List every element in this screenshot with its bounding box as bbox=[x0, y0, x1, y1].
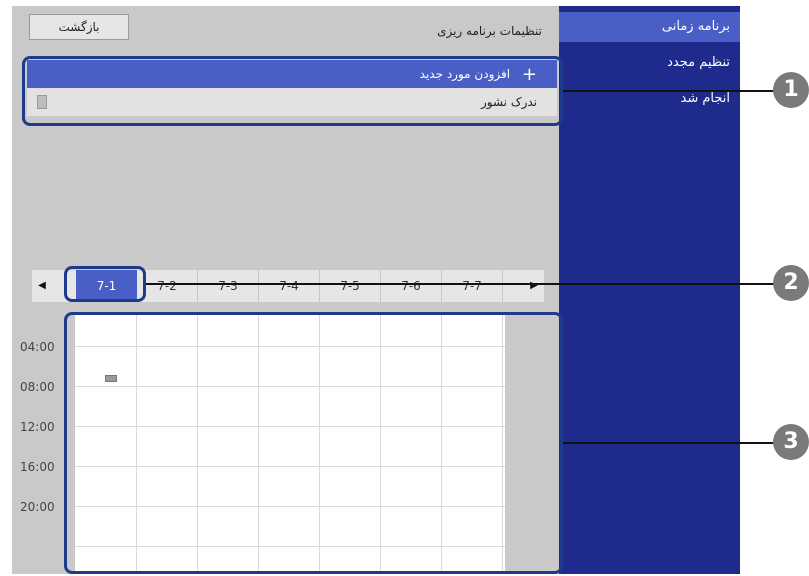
page-title: تنظیمات برنامه ریزی bbox=[437, 24, 542, 38]
tab-7-7[interactable]: 7-7 bbox=[442, 270, 503, 302]
back-button[interactable]: بازگشت bbox=[29, 14, 129, 40]
callout-line-1 bbox=[563, 90, 778, 92]
tab-7-5[interactable]: 7-5 bbox=[320, 270, 381, 302]
callout-box-1 bbox=[22, 56, 563, 126]
tab-7-4[interactable]: 7-4 bbox=[259, 270, 320, 302]
tab-7-3[interactable]: 7-3 bbox=[198, 270, 259, 302]
callout-number-2: 2 bbox=[773, 265, 809, 301]
next-arrow-icon[interactable]: ▶ bbox=[524, 270, 544, 302]
callout-box-2 bbox=[64, 266, 146, 302]
callout-line-3 bbox=[563, 442, 778, 444]
callout-number-3: 3 bbox=[773, 424, 809, 460]
sidebar-item-schedule[interactable]: برنامه زمانی bbox=[559, 12, 740, 42]
tab-7-2[interactable]: 7-2 bbox=[137, 270, 198, 302]
sidebar-item-done[interactable]: انجام شد bbox=[559, 84, 740, 114]
sidebar-item-reset[interactable]: تنظیم مجدد bbox=[559, 48, 740, 78]
callout-box-3 bbox=[64, 312, 563, 574]
callout-number-1: 1 bbox=[773, 72, 809, 108]
tab-7-6[interactable]: 7-6 bbox=[381, 270, 442, 302]
previous-arrow-icon[interactable]: ◀ bbox=[32, 270, 52, 302]
callout-line-2 bbox=[146, 283, 778, 285]
